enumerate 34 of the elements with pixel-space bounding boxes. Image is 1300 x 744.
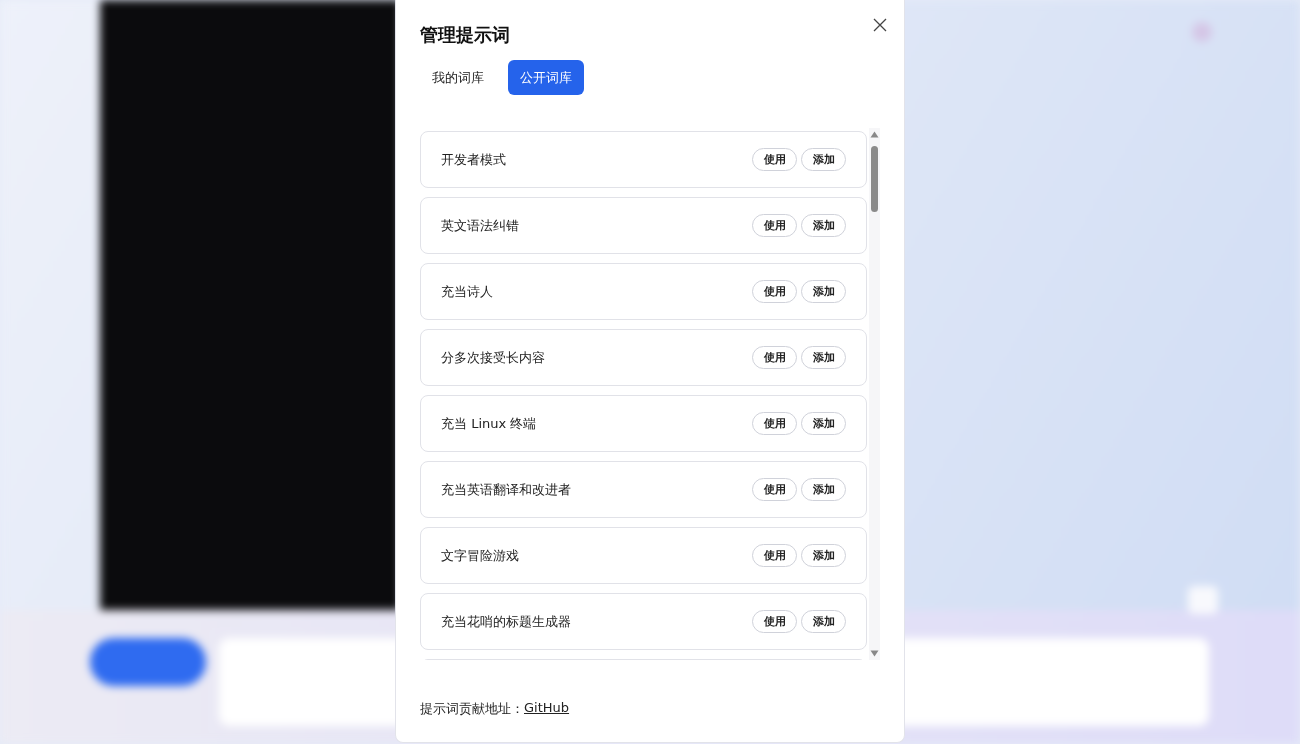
prompt-name: 充当诗人 — [441, 282, 494, 301]
dialog-title: 管理提示词 — [420, 23, 510, 47]
tab[interactable]: 公开词库 — [508, 60, 584, 95]
add-button[interactable]: 添加 — [801, 544, 846, 567]
add-button[interactable]: 添加 — [801, 610, 846, 633]
add-button[interactable]: 添加 — [801, 148, 846, 171]
prompt-name: 文字冒险游戏 — [441, 546, 520, 565]
github-link[interactable]: GitHub — [524, 700, 570, 718]
prompt-name: 分多次接受长内容 — [441, 348, 546, 367]
add-button[interactable]: 添加 — [801, 412, 846, 435]
use-button[interactable]: 使用 — [752, 280, 797, 303]
prompt-name: 充当 Linux 终端 — [441, 414, 538, 433]
add-button[interactable]: 添加 — [801, 280, 846, 303]
footer-label: 提示词贡献地址： — [420, 700, 524, 718]
scrollbar[interactable] — [869, 128, 880, 660]
use-button[interactable]: 使用 — [752, 346, 797, 369]
add-button[interactable]: 添加 — [801, 478, 846, 501]
add-button[interactable]: 添加 — [801, 214, 846, 237]
tab[interactable]: 我的词库 — [420, 60, 496, 95]
use-button[interactable]: 使用 — [752, 214, 797, 237]
scroll-up-icon[interactable] — [870, 131, 879, 138]
use-button[interactable]: 使用 — [752, 544, 797, 567]
use-button[interactable]: 使用 — [752, 610, 797, 633]
add-button[interactable]: 添加 — [801, 346, 846, 369]
prompt-name: 英文语法纠错 — [441, 216, 520, 235]
use-button[interactable]: 使用 — [752, 148, 797, 171]
use-button[interactable]: 使用 — [752, 478, 797, 501]
scroll-down-icon[interactable] — [870, 650, 879, 657]
prompt-name: 开发者模式 — [441, 150, 507, 169]
scroll-thumb[interactable] — [871, 146, 878, 212]
close-icon[interactable] — [873, 18, 887, 32]
prompt-name: 充当英语翻译和改进者 — [441, 480, 572, 499]
use-button[interactable]: 使用 — [752, 412, 797, 435]
prompt-name: 充当花哨的标题生成器 — [441, 612, 572, 631]
